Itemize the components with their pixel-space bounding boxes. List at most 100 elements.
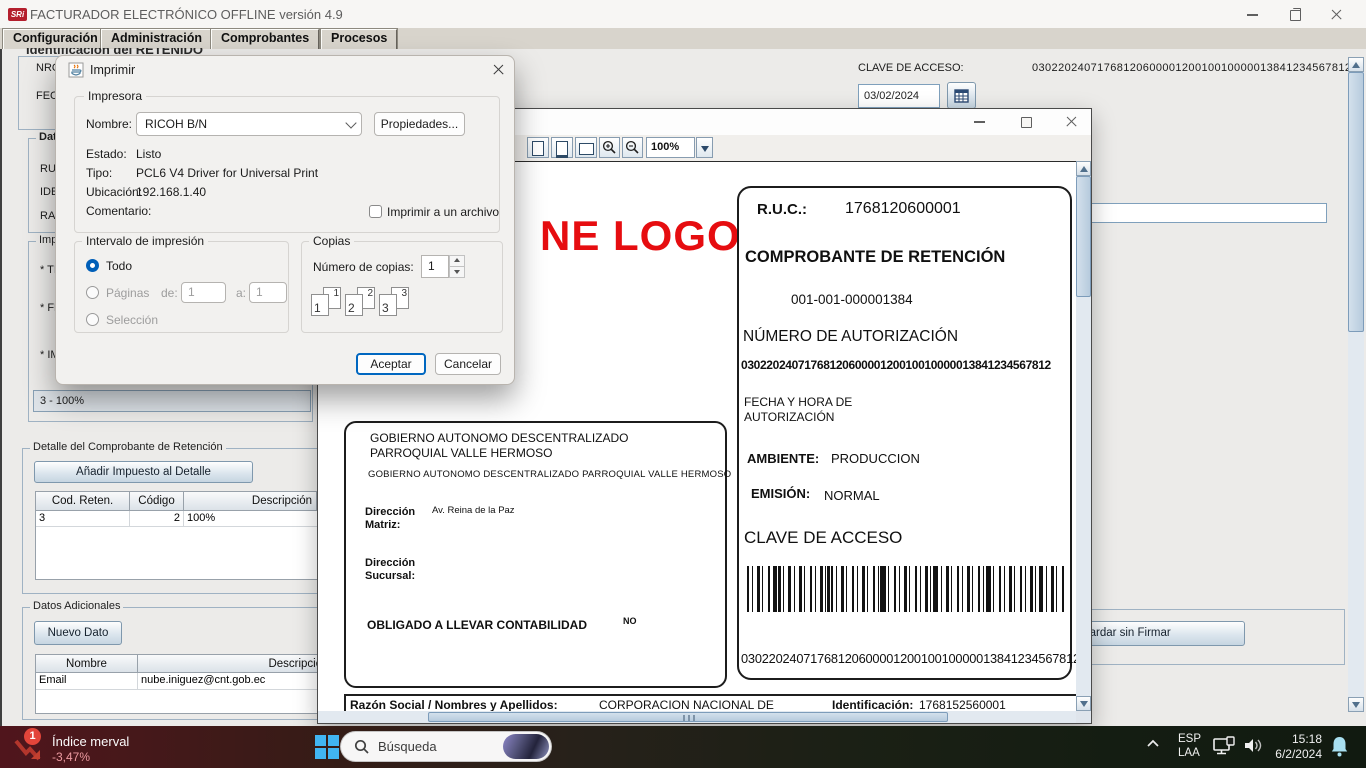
- porcentaje-retencion-field[interactable]: 3 - 100%: [33, 390, 311, 412]
- menu-administracion[interactable]: Administración: [101, 29, 212, 50]
- widget-value: -3,47%: [52, 750, 90, 764]
- preview-minimize-button[interactable]: [964, 111, 994, 131]
- tipo-dlg-label: Tipo:: [86, 166, 112, 180]
- num-copias-field[interactable]: 1: [421, 255, 449, 278]
- main-scroll-down-button[interactable]: [1348, 697, 1364, 712]
- main-scrollbar-thumb[interactable]: [1348, 72, 1364, 332]
- preview-vscrollbar-thumb[interactable]: [1076, 176, 1091, 297]
- anadir-impuesto-button[interactable]: Añadir Impuesto al Detalle: [34, 461, 253, 483]
- detalle-group-title: Detalle del Comprobante de Retención: [30, 442, 226, 453]
- search-highlight-image: [503, 734, 549, 759]
- preview-maximize-button[interactable]: [1010, 111, 1040, 131]
- dialog-close-button[interactable]: [490, 62, 506, 78]
- radio-todo[interactable]: [86, 259, 99, 272]
- notification-bell-icon[interactable]: [1330, 736, 1349, 758]
- doc-footer-id-label: Identificación:: [832, 698, 913, 712]
- keyboard-language[interactable]: ESPLAA: [1178, 732, 1201, 760]
- adicionales-group-title: Datos Adicionales: [30, 601, 123, 612]
- propiedades-button[interactable]: Propiedades...: [374, 112, 465, 136]
- nombre-label: Nombre:: [86, 117, 132, 131]
- close-button[interactable]: [1321, 4, 1351, 24]
- widgets-button[interactable]: 1 Índice merval -3,47%: [8, 728, 188, 766]
- doc-emision-label: EMISIÓN:: [751, 486, 810, 501]
- tray-chevron-icon[interactable]: [1146, 739, 1160, 748]
- num-copias-label: Número de copias:: [313, 260, 414, 274]
- search-box[interactable]: Búsqueda: [340, 731, 552, 762]
- widget-badge: 1: [24, 728, 41, 745]
- minimize-button[interactable]: [1237, 4, 1267, 24]
- doc-title: COMPROBANTE DE RETENCIÓN: [745, 248, 1005, 267]
- detalle-header-descripcion[interactable]: Descripción: [184, 491, 317, 511]
- tray-time: 15:18: [1258, 732, 1322, 747]
- impresora-group-title: Impresora: [84, 90, 146, 102]
- zoom-out-button[interactable]: [622, 137, 643, 158]
- detalle-header-codigo[interactable]: Código: [130, 491, 184, 511]
- sri-logo-icon: SRi: [8, 8, 27, 21]
- dialog-title: Imprimir: [90, 63, 135, 77]
- preview-scroll-down-button[interactable]: [1076, 696, 1091, 711]
- doc-dir-sucursal-label1: Dirección: [365, 557, 415, 569]
- cancelar-button[interactable]: Cancelar: [435, 353, 501, 375]
- detalle-cell-codigo[interactable]: 2: [130, 511, 184, 527]
- doc-fecha-line2: AUTORIZACIÓN: [744, 410, 834, 424]
- a-field[interactable]: 1: [249, 282, 287, 303]
- clock[interactable]: 15:18 6/2/2024: [1258, 732, 1322, 762]
- adicionales-header-nombre[interactable]: Nombre: [35, 654, 138, 673]
- main-scroll-up-button[interactable]: [1348, 57, 1364, 72]
- adicionales-cell-nombre[interactable]: Email: [36, 673, 138, 690]
- doc-numero: 001-001-000001384: [791, 292, 913, 307]
- page-layout-single-icon[interactable]: [527, 137, 549, 158]
- search-placeholder: Búsqueda: [378, 739, 437, 754]
- window-title: FACTURADOR ELECTRÓNICO OFFLINE versión 4…: [30, 7, 343, 22]
- preview-scroll-up-button[interactable]: [1076, 161, 1091, 176]
- detalle-header-cod[interactable]: Cod. Reten.: [35, 491, 130, 511]
- printer-select[interactable]: RICOH B/N: [136, 112, 362, 136]
- zoom-in-button[interactable]: [599, 137, 620, 158]
- radio-todo-label: Todo: [106, 259, 132, 273]
- doc-razon-social-small: GOBIERNO AUTONOMO DESCENTRALIZADO PARROQ…: [368, 469, 731, 480]
- radio-seleccion-label: Selección: [106, 313, 158, 327]
- document-logo-text: NE LOGO: [540, 212, 741, 260]
- menu-comprobantes[interactable]: Comprobantes: [211, 29, 319, 50]
- start-button[interactable]: [315, 735, 339, 759]
- java-coffee-icon: [68, 62, 84, 78]
- preview-hscrollbar-thumb[interactable]: [428, 712, 948, 722]
- print-to-file-label: Imprimir a un archivo: [387, 205, 499, 219]
- radio-paginas[interactable]: [86, 286, 99, 299]
- doc-left-box: GOBIERNO AUTONOMO DESCENTRALIZADO PARROQ…: [344, 421, 727, 688]
- doc-footer-razon-value: CORPORACION NACIONAL DE: [599, 698, 774, 712]
- preview-close-button[interactable]: [1056, 111, 1086, 131]
- doc-footer-razon-label: Razón Social / Nombres y Apellidos:: [350, 698, 558, 712]
- doc-ambiente-value: PRODUCCION: [831, 451, 920, 466]
- zoom-level-field[interactable]: 100%: [646, 137, 695, 158]
- doc-ambiente-label: AMBIENTE:: [747, 451, 819, 466]
- doc-fecha-line1: FECHA Y HORA DE: [744, 395, 852, 409]
- print-dialog: Imprimir Impresora Nombre: RICOH B/N Pro…: [55, 55, 515, 385]
- page-layout-fit-icon[interactable]: [551, 137, 573, 158]
- intervalo-group-title: Intervalo de impresión: [82, 235, 208, 247]
- network-icon[interactable]: [1212, 736, 1236, 756]
- nuevo-dato-button[interactable]: Nuevo Dato: [34, 621, 122, 645]
- doc-barcode: [747, 566, 1065, 612]
- estado-label: Estado:: [86, 147, 127, 161]
- doc-contabilidad-label: OBLIGADO A LLEVAR CONTABILIDAD: [367, 618, 587, 632]
- restore-button[interactable]: [1279, 4, 1309, 24]
- ubicacion-value: 192.168.1.40: [136, 185, 206, 199]
- menu-configuracion[interactable]: Configuración: [3, 29, 108, 50]
- doc-emision-value: NORMAL: [824, 488, 880, 503]
- copies-down-button[interactable]: [449, 266, 465, 278]
- zoom-dropdown-button[interactable]: [696, 137, 713, 158]
- de-field[interactable]: 1: [181, 282, 226, 303]
- print-to-file-checkbox[interactable]: [369, 205, 382, 218]
- menu-procesos[interactable]: Procesos: [321, 29, 397, 50]
- doc-razon-social-big: GOBIERNO AUTONOMO DESCENTRALIZADO PARROQ…: [370, 431, 706, 461]
- radio-seleccion[interactable]: [86, 313, 99, 326]
- calendar-icon: [954, 89, 969, 103]
- doc-dir-matriz-label2: Matriz:: [365, 519, 400, 531]
- aceptar-button[interactable]: Aceptar: [356, 353, 426, 375]
- detalle-cell-cod[interactable]: 3: [36, 511, 130, 527]
- ubicacion-label: Ubicación:: [86, 185, 142, 199]
- calendar-button[interactable]: [947, 82, 976, 109]
- fecha-field[interactable]: 03/02/2024: [858, 84, 940, 108]
- page-layout-wide-icon[interactable]: [575, 137, 597, 158]
